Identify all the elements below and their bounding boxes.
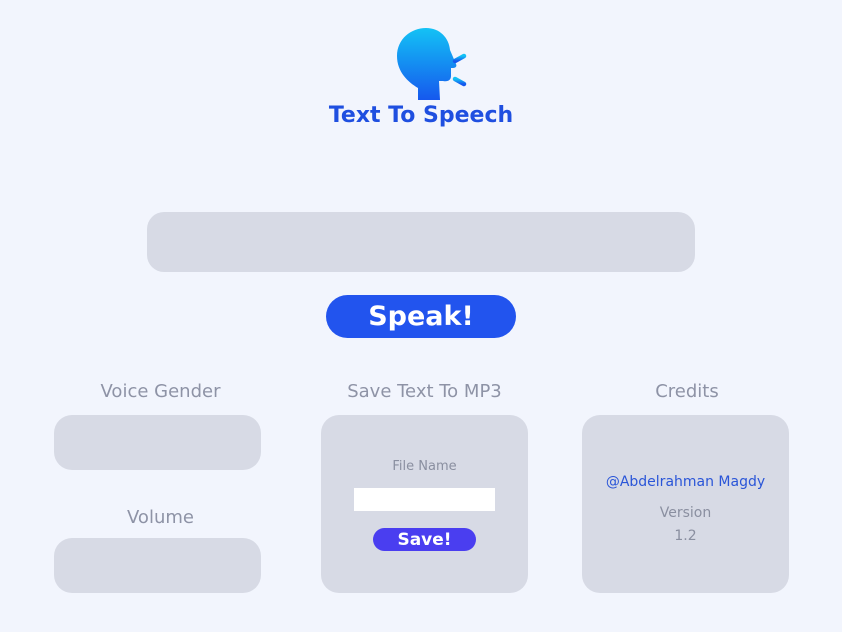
voice-gender-select[interactable]: [54, 415, 261, 470]
speak-button[interactable]: Speak!: [326, 295, 516, 338]
credits-label: Credits: [655, 381, 719, 402]
file-name-label: File Name: [392, 459, 457, 474]
save-button[interactable]: Save!: [373, 528, 476, 551]
volume-label: Volume: [127, 507, 194, 528]
author-link[interactable]: @Abdelrahman Magdy: [582, 474, 789, 490]
text-to-speak-input[interactable]: [147, 212, 695, 272]
save-mp3-label: Save Text To MP3: [347, 381, 502, 402]
version-number: 1.2: [674, 528, 697, 544]
file-name-input[interactable]: [354, 488, 495, 511]
save-mp3-panel: File Name Save!: [321, 415, 528, 593]
version-label: Version: [659, 505, 712, 521]
credits-panel: @Abdelrahman Magdy Version 1.2: [582, 415, 789, 593]
voice-gender-label: Voice Gender: [100, 381, 221, 402]
app-title: Text To Speech: [328, 103, 514, 128]
speaking-head-icon: [394, 26, 474, 104]
volume-slider[interactable]: [54, 538, 261, 593]
